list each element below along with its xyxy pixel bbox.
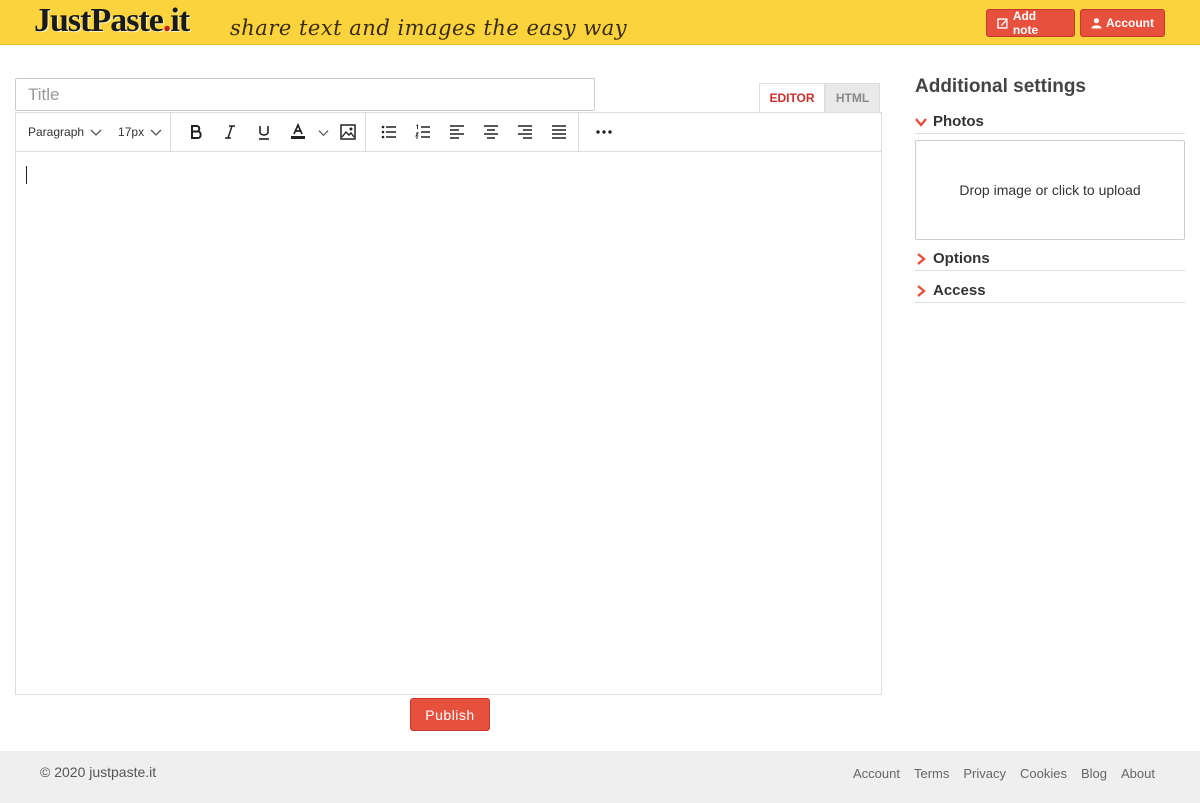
more-group [579,113,621,152]
editor-content-area[interactable] [16,152,881,694]
editor-toolbar: Paragraph 17px [16,112,881,152]
site-header: JustPaste.it share text and images the e… [0,0,1200,45]
align-left-icon [450,125,464,139]
paragraph-group [366,112,579,152]
footer-link-privacy[interactable]: Privacy [963,766,1006,781]
align-justify-icon [552,125,566,139]
chevron-right-icon [917,252,926,265]
italic-button[interactable] [213,117,247,147]
photo-dropzone[interactable]: Drop image or click to upload [915,140,1185,240]
underline-icon [259,126,269,140]
section-photos-toggle[interactable]: Photos [915,110,1185,134]
more-icon [596,130,612,134]
bullet-list-icon [381,125,396,139]
text-caret [26,166,27,184]
align-center-icon [484,125,498,139]
font-size-dropdown[interactable]: 17px [118,125,162,139]
paragraph-dropdown-label: Paragraph [28,125,85,139]
logo-text: JustPaste [34,2,164,39]
add-note-label: Add note [1012,9,1039,37]
tab-editor[interactable]: EDITOR [759,83,825,112]
italic-icon [225,125,235,139]
underline-button[interactable] [247,117,281,147]
image-icon [340,124,356,140]
site-footer: © 2020 justpaste.it Account Terms Privac… [0,751,1200,803]
text-color-dropdown[interactable] [315,117,331,147]
footer-link-blog[interactable]: Blog [1081,766,1107,781]
footer-link-cookies[interactable]: Cookies [1020,766,1067,781]
footer-link-account[interactable]: Account [853,766,900,781]
text-style-group [171,112,366,152]
publish-button[interactable]: Publish [410,698,490,731]
text-color-icon [291,123,305,139]
footer-link-terms[interactable]: Terms [914,766,949,781]
format-group: Paragraph 17px [16,112,171,152]
section-access-label: Access [933,282,986,299]
additional-settings-title: Additional settings [915,76,1086,97]
footer-links: Account Terms Privacy Cookies Blog About [853,766,1155,781]
bold-icon [191,125,202,139]
section-access-toggle[interactable]: Access [915,279,1185,303]
copyright-text: © 2020 justpaste.it [40,764,157,780]
align-left-button[interactable] [440,117,474,147]
align-right-button[interactable] [508,117,542,147]
rich-text-editor: Paragraph 17px [15,112,882,695]
bullet-list-button[interactable] [372,117,406,147]
account-label: Account [1106,16,1154,30]
section-photos-label: Photos [933,113,984,130]
chevron-down-icon [915,117,927,127]
section-options-toggle[interactable]: Options [915,247,1185,271]
paragraph-dropdown[interactable]: Paragraph [28,125,102,139]
align-right-icon [518,125,532,139]
align-justify-button[interactable] [542,117,576,147]
chevron-down-icon [90,129,102,136]
add-note-button[interactable]: Add note [986,9,1075,37]
chevron-down-icon [317,129,329,136]
more-button[interactable] [587,117,621,147]
insert-image-button[interactable] [331,117,365,147]
section-options-label: Options [933,250,990,267]
tab-html[interactable]: HTML [825,83,880,112]
title-input[interactable] [15,78,595,111]
logo-tld: it [170,2,190,39]
site-logo[interactable]: JustPaste.it [34,2,190,52]
align-center-button[interactable] [474,117,508,147]
chevron-right-icon [917,284,926,297]
font-size-dropdown-label: 17px [118,125,145,139]
editor-mode-tabs: EDITOR HTML [759,83,880,112]
footer-link-about[interactable]: About [1121,766,1155,781]
text-color-button[interactable] [281,117,315,147]
chevron-down-icon [150,129,162,136]
user-icon [1091,18,1102,29]
edit-icon [997,18,1008,29]
bold-button[interactable] [179,117,213,147]
site-tagline: share text and images the easy way [230,16,628,40]
account-button[interactable]: Account [1080,9,1165,37]
numbered-list-button[interactable] [406,117,440,147]
numbered-list-icon [415,124,430,139]
